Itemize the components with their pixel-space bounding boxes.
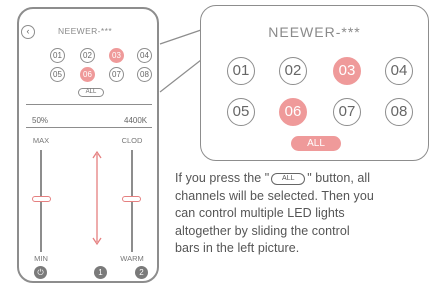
- instruction-line-2: channels will be selected. Then you: [175, 188, 374, 203]
- instruction-text-part: " button, all: [307, 171, 371, 185]
- instruction-text-part: If you press the ": [175, 171, 270, 185]
- all-button-illustration: ALL: [271, 172, 306, 185]
- channel-button-01[interactable]: 01: [227, 57, 255, 85]
- instruction-line-1: If you press the " ALL " button, all: [175, 170, 439, 188]
- channel-button-05[interactable]: 05: [227, 98, 255, 126]
- instruction-text: If you press the " ALL " button, all chann…: [175, 170, 439, 258]
- channel-button-07[interactable]: 07: [333, 98, 361, 126]
- device-name-zoom: NEEWER-***: [268, 24, 361, 40]
- channel-button-08[interactable]: 08: [385, 98, 413, 126]
- channel-button-02[interactable]: 02: [279, 57, 307, 85]
- channel-button-04[interactable]: 04: [385, 57, 413, 85]
- all-channels-button[interactable]: ALL: [291, 136, 341, 151]
- channel-button-03[interactable]: 03: [333, 57, 361, 85]
- instruction-line-5: bars in the left picture.: [175, 241, 300, 255]
- instruction-line-4: altogether by sliding the control: [175, 223, 350, 238]
- instruction-line-3: can control multiple LED lights: [175, 206, 345, 220]
- channel-button-06[interactable]: 06: [279, 98, 307, 126]
